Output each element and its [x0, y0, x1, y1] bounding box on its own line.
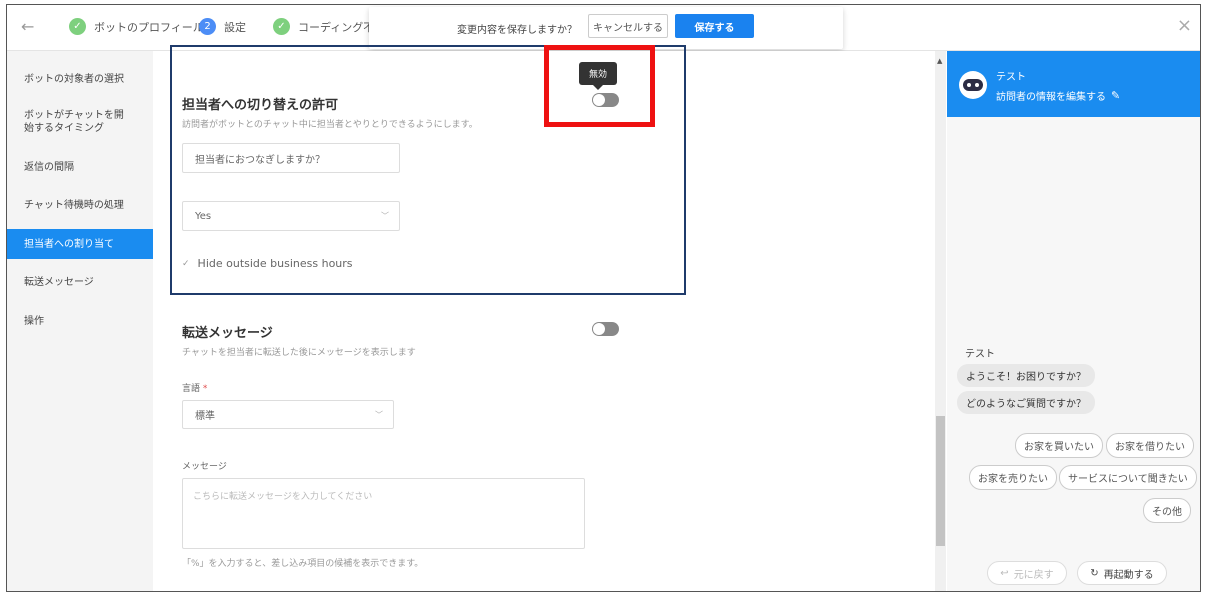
quick-reply-chip[interactable]: お家を借りたい	[1106, 433, 1194, 458]
chat-bubble: どのようなご質問ですか？	[957, 391, 1095, 414]
sidebar-item-reply-interval[interactable]: 返信の間隔	[7, 161, 153, 174]
restart-icon: ↻	[1090, 567, 1099, 579]
quick-reply-chip[interactable]: お家を売りたい	[969, 465, 1057, 490]
handoff-select[interactable]: Yes ﹀	[182, 201, 400, 231]
language-select[interactable]: 標準 ﹀	[182, 400, 394, 429]
chevron-down-icon: ﹀	[381, 211, 389, 221]
settings-main: 担当者への切り替えの許可 訪問者がボットとのチャット中に担当者とやりとりできるよ…	[153, 45, 939, 591]
edit-visitor-link[interactable]: 訪問者の情報を編集する ✎	[996, 88, 1120, 103]
close-icon[interactable]: ×	[1177, 15, 1192, 36]
scroll-thumb[interactable]	[936, 416, 945, 546]
cancel-button[interactable]: キャンセルする	[588, 14, 668, 38]
chat-sender-name: テスト	[965, 349, 995, 360]
chat-bubble: ようこそ！お困りですか？	[957, 364, 1095, 387]
sidebar-item-audience[interactable]: ボットの対象者の選択	[7, 73, 153, 86]
hide-outside-hours-checkbox[interactable]: ✓ Hide outside business hours	[182, 257, 353, 270]
robot-icon	[963, 79, 983, 91]
undo-icon: ↩	[1000, 567, 1009, 579]
toggle-highlight-box	[544, 45, 655, 127]
step-number-badge: 2	[199, 18, 216, 35]
restart-button[interactable]: ↻ 再起動する	[1077, 561, 1167, 585]
sidebar-item-actions[interactable]: 操作	[7, 315, 153, 328]
sidebar-item-transfer-message[interactable]: 転送メッセージ	[7, 276, 153, 289]
quick-reply-chip[interactable]: お家を買いたい	[1015, 433, 1103, 458]
step-label: 設定	[224, 20, 246, 34]
undo-button[interactable]: ↩ 元に戻す	[987, 561, 1067, 585]
transfer-toggle[interactable]	[592, 322, 619, 336]
checkmark-icon: ✓	[182, 258, 190, 269]
select-value: Yes	[195, 210, 212, 222]
transfer-message-textarea[interactable]: こちらに転送メッセージを入力してください	[182, 478, 585, 549]
chevron-down-icon: ﹀	[375, 410, 383, 419]
sidebar-item-start-timing[interactable]: ボットがチャットを開始するタイミング	[7, 109, 135, 135]
pencil-icon: ✎	[1111, 89, 1121, 102]
handoff-title: 担当者への切り替えの許可	[182, 98, 339, 113]
handoff-description: 訪問者がボットとのチャット中に担当者とやりとりできるようにします。	[182, 120, 478, 130]
message-hint: 「%」を入力すると、差し込み項目の候補を表示できます。	[182, 559, 424, 569]
quick-reply-chip[interactable]: サービスについて聞きたい	[1059, 465, 1197, 490]
save-button[interactable]: 保存する	[675, 14, 754, 38]
language-label-text: 言語	[182, 384, 201, 394]
language-label: 言語 *	[182, 381, 207, 394]
scroll-up-arrow-icon[interactable]: ▲	[937, 57, 942, 65]
toggle-knob	[593, 323, 605, 335]
transfer-description: チャットを担当者に転送した後にメッセージを表示します	[182, 348, 416, 358]
step-label: ボットのプロフィール	[94, 20, 204, 34]
checkbox-label: Hide outside business hours	[197, 257, 353, 270]
bot-avatar	[959, 71, 987, 99]
undo-label: 元に戻す	[1013, 569, 1054, 581]
app-window: ← ✓ ボットのプロフィール 2 設定 ✓ コーディング不要の × 変更内容を保…	[6, 4, 1201, 592]
quick-reply-chip[interactable]: その他	[1143, 498, 1191, 523]
required-mark: *	[202, 384, 208, 394]
edit-visitor-label: 訪問者の情報を編集する	[996, 92, 1106, 103]
message-label: メッセージ	[182, 462, 227, 472]
save-confirm-message: 変更内容を保存しますか？	[457, 25, 577, 36]
preview-header: テスト 訪問者の情報を編集する ✎	[947, 51, 1200, 117]
save-confirm-bar: 変更内容を保存しますか？ キャンセルする 保存する	[369, 7, 843, 49]
handoff-question-input[interactable]: 担当者におつなぎしますか？	[182, 143, 400, 173]
step-settings[interactable]: 2 設定	[199, 18, 246, 35]
settings-sidebar: ボットの対象者の選択 ボットがチャットを開始するタイミング 返信の間隔 チャット…	[7, 51, 153, 591]
check-circle-icon: ✓	[69, 18, 86, 35]
restart-label: 再起動する	[1103, 569, 1154, 581]
main-scrollbar[interactable]: ▲	[935, 51, 946, 591]
back-arrow-icon[interactable]: ←	[21, 17, 34, 36]
sidebar-item-waiting[interactable]: チャット待機時の処理	[7, 199, 153, 212]
sidebar-item-assignment[interactable]: 担当者への割り当て	[7, 229, 153, 259]
step-bot-profile[interactable]: ✓ ボットのプロフィール	[69, 18, 204, 35]
bot-name: テスト	[996, 72, 1026, 83]
check-circle-icon: ✓	[273, 18, 290, 35]
select-value: 標準	[195, 411, 215, 422]
chat-preview-panel: テスト 訪問者の情報を編集する ✎ テスト ようこそ！お困りですか？ どのような…	[947, 51, 1200, 591]
transfer-title: 転送メッセージ	[182, 326, 273, 341]
